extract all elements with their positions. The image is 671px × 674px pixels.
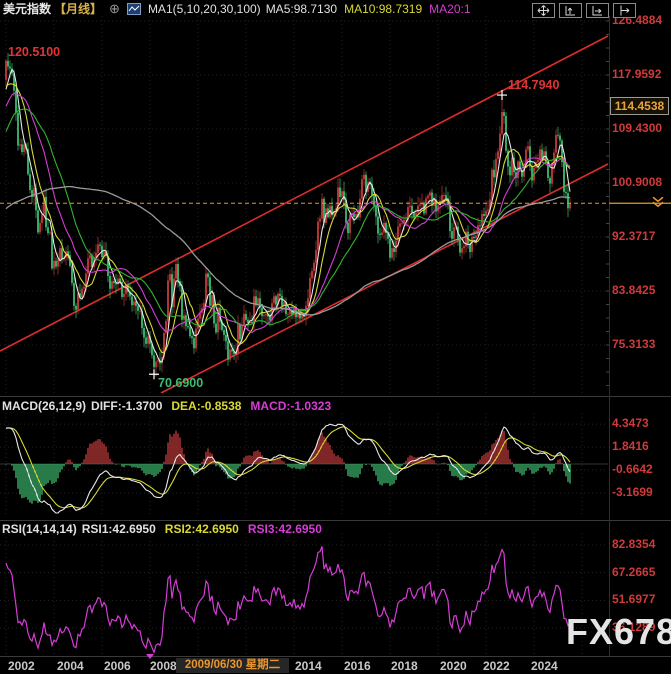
rsi3-value: RSI3:42.6950 [248,522,322,536]
x-axis-label: 2004 [57,659,84,673]
rsi-name: RSI(14,14,14) [2,522,77,536]
y-axis-label: 100.9008 [612,175,662,189]
x-axis-label: 2018 [391,659,418,673]
rsi-axis-label: 82.8354 [612,537,655,551]
macd-diff-value: DIFF:-1.3700 [91,399,162,413]
x-axis-label: 2006 [104,659,131,673]
crosshair-x-tick [146,654,154,659]
macd-macd-value: MACD:-1.0323 [250,399,331,413]
rsi1-value: RSI1:42.6950 [82,522,156,536]
macd-axis-label: 1.8416 [612,439,649,453]
x-axis-label: 2014 [295,659,322,673]
chart-canvas[interactable] [0,0,671,674]
x-axis-label: 2002 [8,659,35,673]
y-axis-label: 109.4300 [612,121,662,135]
macd-header: MACD(26,12,9) DIFF:-1.3700 DEA:-0.8538 M… [2,399,331,413]
y-axis-label: 75.3133 [612,337,655,351]
pan-tool-icon[interactable] [532,3,555,18]
macd-axis-label: -3.1699 [612,485,653,499]
x-axis-label: 2024 [531,659,558,673]
y-axis-label: 83.8425 [612,283,655,297]
y-axis-scale-icon[interactable] [559,3,582,18]
annotation-high-2022: 114.7940 [508,78,559,92]
annotation-low-2008: 70.6900 [158,376,203,390]
chart-app: 美元指数 【月线】 ⊕ MA1(5,10,20,30,100) MA5:98.7… [0,0,671,674]
rsi-axis-label: 51.6977 [612,592,655,606]
rsi-axis-label: 67.2665 [612,565,655,579]
watermark: FX678 [566,611,671,653]
y-axis-label: 92.3717 [612,229,655,243]
macd-axis-label: -0.6642 [612,462,653,476]
symbol-title: 美元指数 [3,0,51,17]
annotation-high-2002: 120.5100 [8,45,60,59]
macd-name: MACD(26,12,9) [2,399,86,413]
chart-style-icon[interactable] [127,3,141,15]
ma10-value: MA10:98.7319 [344,2,422,16]
macd-dea-value: DEA:-0.8538 [171,399,241,413]
period-label[interactable]: 【月线】 [54,0,102,17]
x-axis-label: 2020 [440,659,467,673]
x-axis-label: 2022 [483,659,510,673]
rsi-header: RSI(14,14,14) RSI1:42.6950 RSI2:42.6950 … [2,522,322,536]
ma20-value: MA20:1 [429,2,470,16]
x-axis-scroll-icon[interactable] [586,3,609,18]
ma5-value: MA5:98.7130 [266,2,337,16]
crosshair-date-box: 2009/06/30 星期二 [176,658,289,673]
y-axis-label: 117.9592 [612,67,661,81]
add-indicator-icon[interactable]: ⊕ [109,2,120,15]
ma-settings-label: MA1(5,10,20,30,100) [148,2,261,16]
crosshair-price-box: 114.4538 [610,97,669,115]
chart-tools [532,3,636,18]
rsi2-value: RSI2:42.6950 [165,522,239,536]
macd-axis-label: 4.3473 [612,416,649,430]
x-axis-label: 2008 [150,659,177,673]
jump-to-latest-icon[interactable] [613,3,636,18]
x-axis-label: 2016 [344,659,371,673]
